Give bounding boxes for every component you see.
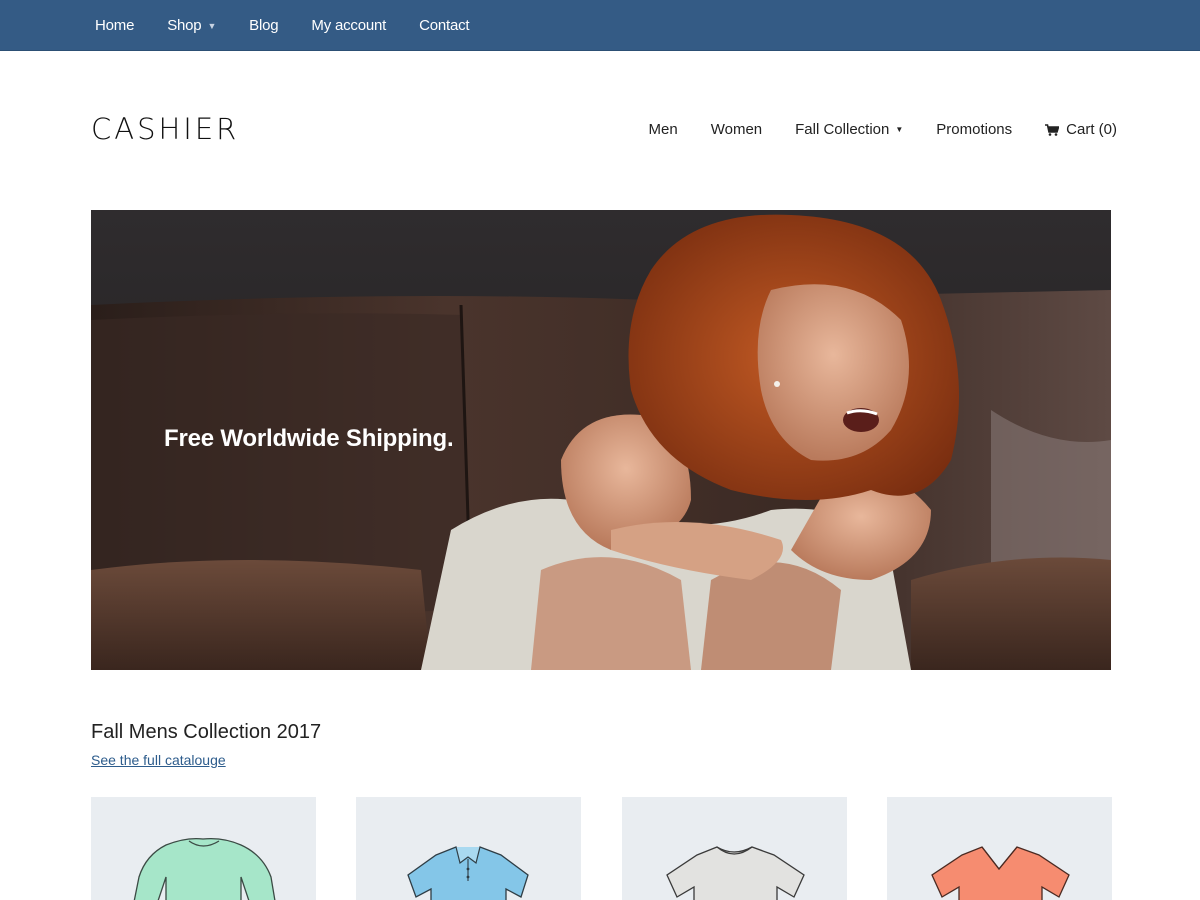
nav-item-men-label: Men: [648, 121, 678, 138]
nav-item-fall-collection-label: Fall Collection: [795, 121, 890, 138]
blue-polo-image: [407, 846, 529, 900]
top-nav-shop[interactable]: Shop ▼: [167, 17, 216, 34]
product-card-sweater[interactable]: [91, 797, 316, 900]
product-card-tshirt[interactable]: [622, 797, 847, 900]
top-bar: Home Shop ▼ Blog My account Contact: [0, 0, 1200, 51]
top-nav: Home Shop ▼ Blog My account Contact: [95, 0, 502, 51]
top-nav-home[interactable]: Home: [95, 17, 134, 34]
caret-down-icon: ▼: [207, 20, 217, 31]
product-grid: [91, 797, 1112, 900]
green-sweater-image: [133, 837, 276, 900]
grey-tshirt-image: [666, 846, 805, 900]
top-nav-my-account-label: My account: [311, 17, 387, 34]
nav-item-fall-collection[interactable]: Fall Collection ▼: [795, 121, 903, 138]
collection-title: Fall Mens Collection 2017: [91, 721, 322, 743]
top-nav-my-account[interactable]: My account: [311, 17, 386, 34]
hero-headline: Free Worldwide Shipping.: [164, 425, 454, 452]
cart-label: Cart (0): [1066, 121, 1117, 138]
coral-vneck-image: [931, 846, 1070, 900]
top-nav-contact-label: Contact: [419, 17, 470, 34]
product-card-polo[interactable]: [356, 797, 581, 900]
cart-icon: [1045, 123, 1060, 136]
nav-item-promotions-label: Promotions: [936, 121, 1013, 138]
nav-item-women[interactable]: Women: [711, 121, 762, 138]
top-nav-blog[interactable]: Blog: [249, 17, 278, 34]
hero-banner[interactable]: Free Worldwide Shipping.: [91, 210, 1111, 670]
top-nav-contact[interactable]: Contact: [419, 17, 469, 34]
top-nav-shop-label: Shop: [167, 17, 202, 34]
top-nav-blog-label: Blog: [249, 17, 279, 34]
main-nav: Men Women Fall Collection ▼ Promotions C…: [616, 121, 1117, 138]
nav-item-promotions[interactable]: Promotions: [936, 121, 1012, 138]
top-nav-home-label: Home: [95, 17, 135, 34]
product-card-vneck[interactable]: [887, 797, 1112, 900]
nav-item-men[interactable]: Men: [649, 121, 678, 138]
site-logo[interactable]: CASHIER: [91, 112, 239, 146]
nav-item-women-label: Women: [710, 121, 763, 138]
caret-down-icon: ▼: [895, 125, 904, 134]
cart-link[interactable]: Cart (0): [1045, 121, 1117, 138]
full-catalogue-link[interactable]: See the full catalouge: [91, 752, 226, 768]
